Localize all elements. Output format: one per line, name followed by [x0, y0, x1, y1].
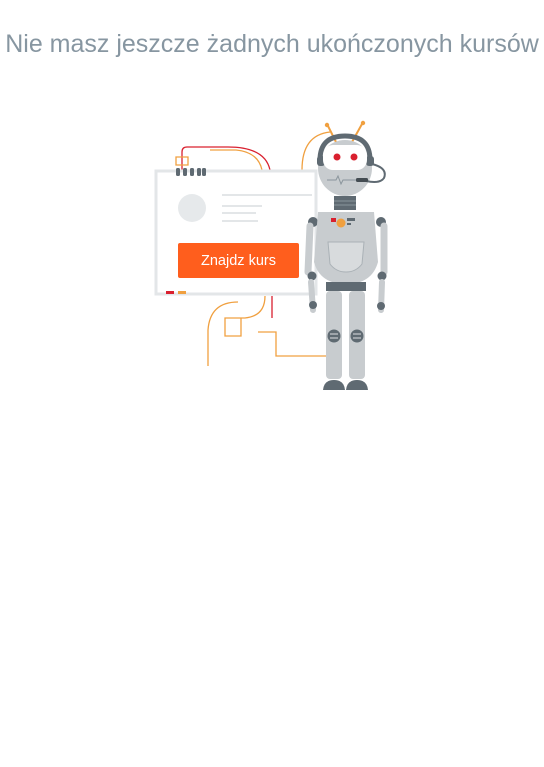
- empty-state-title: Nie masz jeszcze żadnych ukończonych kur…: [5, 30, 539, 58]
- robot-illustration: [304, 120, 388, 390]
- find-course-button[interactable]: Znajdz kurs: [178, 243, 299, 278]
